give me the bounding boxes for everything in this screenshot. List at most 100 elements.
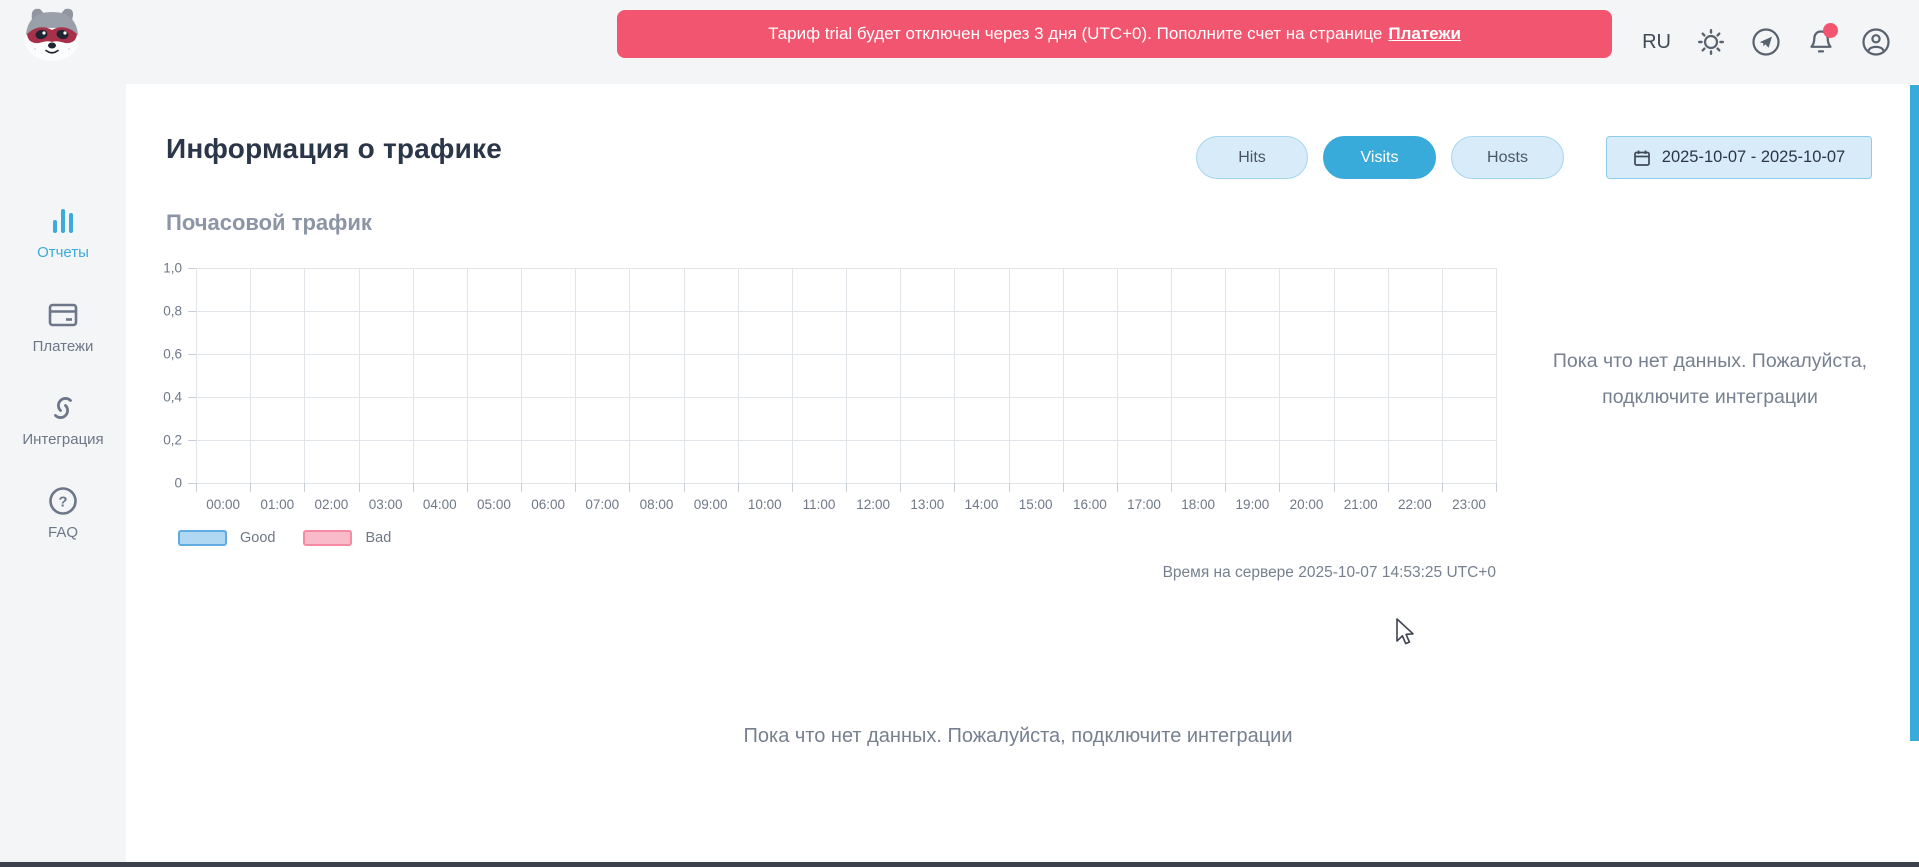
- y-tick-mark: [188, 354, 196, 355]
- x-tick-mark: [359, 483, 360, 492]
- grid-vline: [954, 268, 955, 483]
- x-tick-mark: [1225, 483, 1226, 492]
- x-tick-label: 03:00: [359, 497, 413, 515]
- x-tick-label: 20:00: [1279, 497, 1333, 515]
- notifications-button[interactable]: [1806, 27, 1836, 57]
- y-tick-mark: [188, 311, 196, 312]
- grid-vline: [1117, 268, 1118, 483]
- legend-label: Bad: [365, 530, 391, 546]
- no-data-message: Пока что нет данных. Пожалуйста, подключ…: [126, 725, 1910, 748]
- tab-hosts[interactable]: Hosts: [1451, 136, 1564, 179]
- integration-link-icon: [46, 391, 80, 425]
- x-tick-label: 08:00: [629, 497, 683, 515]
- grid-hline: [196, 311, 1496, 312]
- grid-vline: [1225, 268, 1226, 483]
- x-tick-label: 09:00: [684, 497, 738, 515]
- y-tick-label: 0,4: [163, 390, 182, 405]
- x-tick-label: 18:00: [1171, 497, 1225, 515]
- legend-item[interactable]: Good: [178, 530, 275, 546]
- x-tick-label: 06:00: [521, 497, 575, 515]
- x-tick-mark: [954, 483, 955, 492]
- y-axis: 1,00,80,60,40,20: [130, 268, 196, 483]
- x-axis: 00:0001:0002:0003:0004:0005:0006:0007:00…: [196, 497, 1496, 515]
- legend-item[interactable]: Bad: [303, 530, 391, 546]
- x-tick-mark: [413, 483, 414, 492]
- x-tick-label: 16:00: [1063, 497, 1117, 515]
- grid-vline: [467, 268, 468, 483]
- sidebar-item-label: Интеграция: [22, 431, 103, 448]
- grid-vline: [413, 268, 414, 483]
- y-tick-mark: [188, 268, 196, 269]
- y-tick-mark: [188, 440, 196, 441]
- x-tick-label: 00:00: [196, 497, 250, 515]
- x-tick-mark: [521, 483, 522, 492]
- x-tick-mark: [1063, 483, 1064, 492]
- legend-swatch: [303, 530, 352, 546]
- calendar-icon: [1633, 149, 1651, 167]
- x-tick-mark: [846, 483, 847, 492]
- sidebar-item-reports[interactable]: Отчеты: [0, 190, 126, 274]
- chart-empty-message: Пока что нет данных. Пожалуйста, подключ…: [1538, 343, 1882, 415]
- question-icon: ?: [46, 484, 80, 518]
- legend-label: Good: [240, 530, 275, 546]
- x-tick-mark: [900, 483, 901, 492]
- x-tick-mark: [1442, 483, 1443, 492]
- x-tick-mark: [1171, 483, 1172, 492]
- x-tick-label: 11:00: [792, 497, 846, 515]
- sidebar-item-faq[interactable]: ? FAQ: [0, 470, 126, 554]
- x-tick-label: 23:00: [1442, 497, 1496, 515]
- sidebar-item-label: FAQ: [48, 524, 78, 541]
- x-tick-mark: [1279, 483, 1280, 492]
- grid-hline: [196, 354, 1496, 355]
- x-tick-label: 04:00: [413, 497, 467, 515]
- x-tick-mark: [196, 483, 197, 492]
- grid-vline: [1496, 268, 1497, 483]
- grid-vline: [359, 268, 360, 483]
- y-tick-label: 0,8: [163, 304, 182, 319]
- tab-visits[interactable]: Visits: [1323, 136, 1436, 179]
- x-tick-label: 10:00: [738, 497, 792, 515]
- trial-banner-text: Тариф trial будет отключен через 3 дня (…: [768, 24, 1382, 44]
- grid-vline: [250, 268, 251, 483]
- grid-hline: [196, 268, 1496, 269]
- y-tick-mark: [188, 483, 196, 484]
- telegram-icon[interactable]: [1751, 27, 1781, 57]
- svg-text:?: ?: [58, 493, 67, 510]
- language-selector[interactable]: RU: [1642, 31, 1671, 54]
- grid-vline: [684, 268, 685, 483]
- grid-vline: [846, 268, 847, 483]
- vertical-scrollbar-thumb[interactable]: [1910, 85, 1919, 741]
- tab-hits[interactable]: Hits: [1196, 136, 1308, 179]
- y-tick-mark: [188, 397, 196, 398]
- sidebar-item-label: Платежи: [33, 338, 94, 355]
- bottom-window-edge: [0, 862, 1919, 867]
- x-ticks: [196, 483, 1496, 492]
- user-profile-icon[interactable]: [1861, 27, 1891, 57]
- legend-swatch: [178, 530, 227, 546]
- grid-vline: [738, 268, 739, 483]
- raccoon-logo[interactable]: [16, 4, 88, 62]
- payments-link[interactable]: Платежи: [1388, 24, 1461, 44]
- x-tick-mark: [250, 483, 251, 492]
- x-tick-label: 17:00: [1117, 497, 1171, 515]
- x-tick-mark: [1009, 483, 1010, 492]
- grid-hline: [196, 397, 1496, 398]
- x-tick-mark: [575, 483, 576, 492]
- grid-vline: [1009, 268, 1010, 483]
- trial-banner: Тариф trial будет отключен через 3 дня (…: [617, 10, 1612, 58]
- x-tick-label: 07:00: [575, 497, 629, 515]
- x-tick-label: 05:00: [467, 497, 521, 515]
- x-tick-label: 13:00: [900, 497, 954, 515]
- x-tick-label: 01:00: [250, 497, 304, 515]
- x-tick-mark: [1388, 483, 1389, 492]
- theme-sun-icon[interactable]: [1696, 27, 1726, 57]
- chart-title: Почасовой трафик: [166, 210, 372, 236]
- date-range-picker[interactable]: 2025-10-07 - 2025-10-07: [1606, 136, 1872, 179]
- sidebar-item-payments[interactable]: Платежи: [0, 284, 126, 368]
- x-tick-mark: [467, 483, 468, 492]
- x-tick-label: 02:00: [304, 497, 358, 515]
- y-tick-label: 0,2: [163, 433, 182, 448]
- x-tick-mark: [792, 483, 793, 492]
- sidebar-item-integration[interactable]: Интеграция: [0, 377, 126, 461]
- grid-vline: [1171, 268, 1172, 483]
